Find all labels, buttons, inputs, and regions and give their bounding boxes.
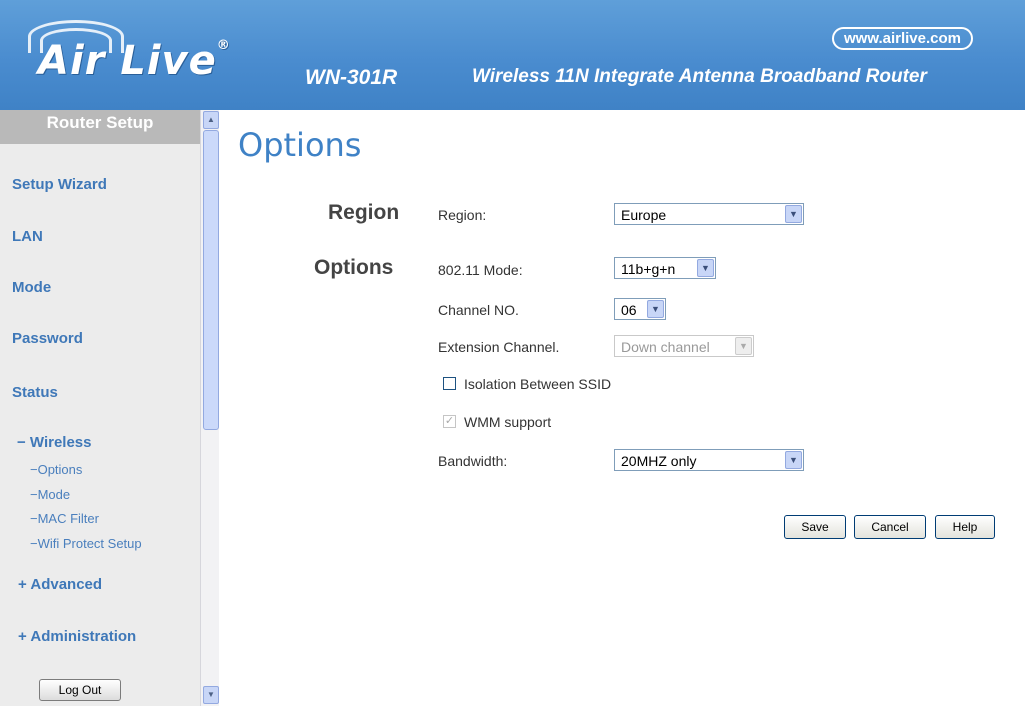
mode-select-value: 11b+g+n <box>621 261 676 277</box>
cancel-button[interactable]: Cancel <box>854 515 926 539</box>
mode-select[interactable]: 11b+g+n ▼ <box>614 257 716 279</box>
channel-select-value: 06 <box>621 302 637 318</box>
scroll-up-icon[interactable]: ▲ <box>203 111 219 129</box>
sidebar-item-lan[interactable]: LAN <box>12 228 43 245</box>
model-name: WN-301R <box>305 66 398 89</box>
website-link[interactable]: www.airlive.com <box>832 27 973 50</box>
isolation-checkbox[interactable] <box>443 377 456 390</box>
sidebar-item-setup-wizard[interactable]: Setup Wizard <box>12 176 107 193</box>
isolation-label: Isolation Between SSID <box>464 376 612 392</box>
sidebar: Router Setup Setup Wizard LAN Mode Passw… <box>0 110 200 706</box>
region-select[interactable]: Europe ▼ <box>614 203 804 225</box>
options-section-heading: Options <box>314 256 394 279</box>
bandwidth-select[interactable]: 20MHZ only ▼ <box>614 449 804 471</box>
airlive-logo: Air Live® <box>38 38 231 84</box>
wmm-label: WMM support <box>464 414 552 430</box>
chevron-down-icon: ▼ <box>785 451 802 469</box>
sidebar-subitem-mac-filter[interactable]: −MAC Filter <box>30 511 99 526</box>
extension-channel-select: Down channel ▼ <box>614 335 754 357</box>
channel-label: Channel NO. <box>438 302 519 318</box>
wmm-checkbox: ✓ <box>443 415 456 428</box>
sidebar-subitem-mode[interactable]: −Mode <box>30 487 70 502</box>
scroll-down-icon[interactable]: ▼ <box>203 686 219 704</box>
bandwidth-select-value: 20MHZ only <box>621 453 697 469</box>
page-title: Options <box>238 126 362 164</box>
chevron-down-icon: ▼ <box>735 337 752 355</box>
mode-label: 802.11 Mode: <box>438 262 523 278</box>
sidebar-title: Router Setup <box>0 110 200 144</box>
logout-button[interactable]: Log Out <box>39 679 121 701</box>
sidebar-item-administration[interactable]: + Administration <box>18 628 136 645</box>
region-select-value: Europe <box>621 207 667 223</box>
extension-channel-value: Down channel <box>621 339 710 355</box>
header-banner: Air Live® www.airlive.com WN-301R Wirele… <box>0 0 1025 110</box>
sidebar-subitem-wifi-protect-setup[interactable]: −Wifi Protect Setup <box>30 536 142 551</box>
region-label: Region: <box>438 207 487 223</box>
bandwidth-label: Bandwidth: <box>438 453 508 469</box>
sidebar-item-status[interactable]: Status <box>12 384 58 401</box>
sidebar-item-mode[interactable]: Mode <box>12 279 51 296</box>
sidebar-item-advanced[interactable]: + Advanced <box>18 576 102 593</box>
product-tagline: Wireless 11N Integrate Antenna Broadband… <box>472 66 927 87</box>
chevron-down-icon: ▼ <box>697 259 714 277</box>
sidebar-subitem-options[interactable]: −Options <box>30 462 82 477</box>
sidebar-item-password[interactable]: Password <box>12 330 83 347</box>
sidebar-scrollbar[interactable]: ▲ ▼ <box>200 110 219 706</box>
chevron-down-icon: ▼ <box>647 300 664 318</box>
region-section-heading: Region <box>328 201 400 224</box>
scrollbar-thumb[interactable] <box>203 130 219 430</box>
sidebar-item-wireless[interactable]: − Wireless <box>17 434 92 451</box>
chevron-down-icon: ▼ <box>785 205 802 223</box>
extension-channel-label: Extension Channel. <box>438 339 560 355</box>
save-button[interactable]: Save <box>784 515 846 539</box>
channel-select[interactable]: 06 ▼ <box>614 298 666 320</box>
help-button[interactable]: Help <box>935 515 995 539</box>
